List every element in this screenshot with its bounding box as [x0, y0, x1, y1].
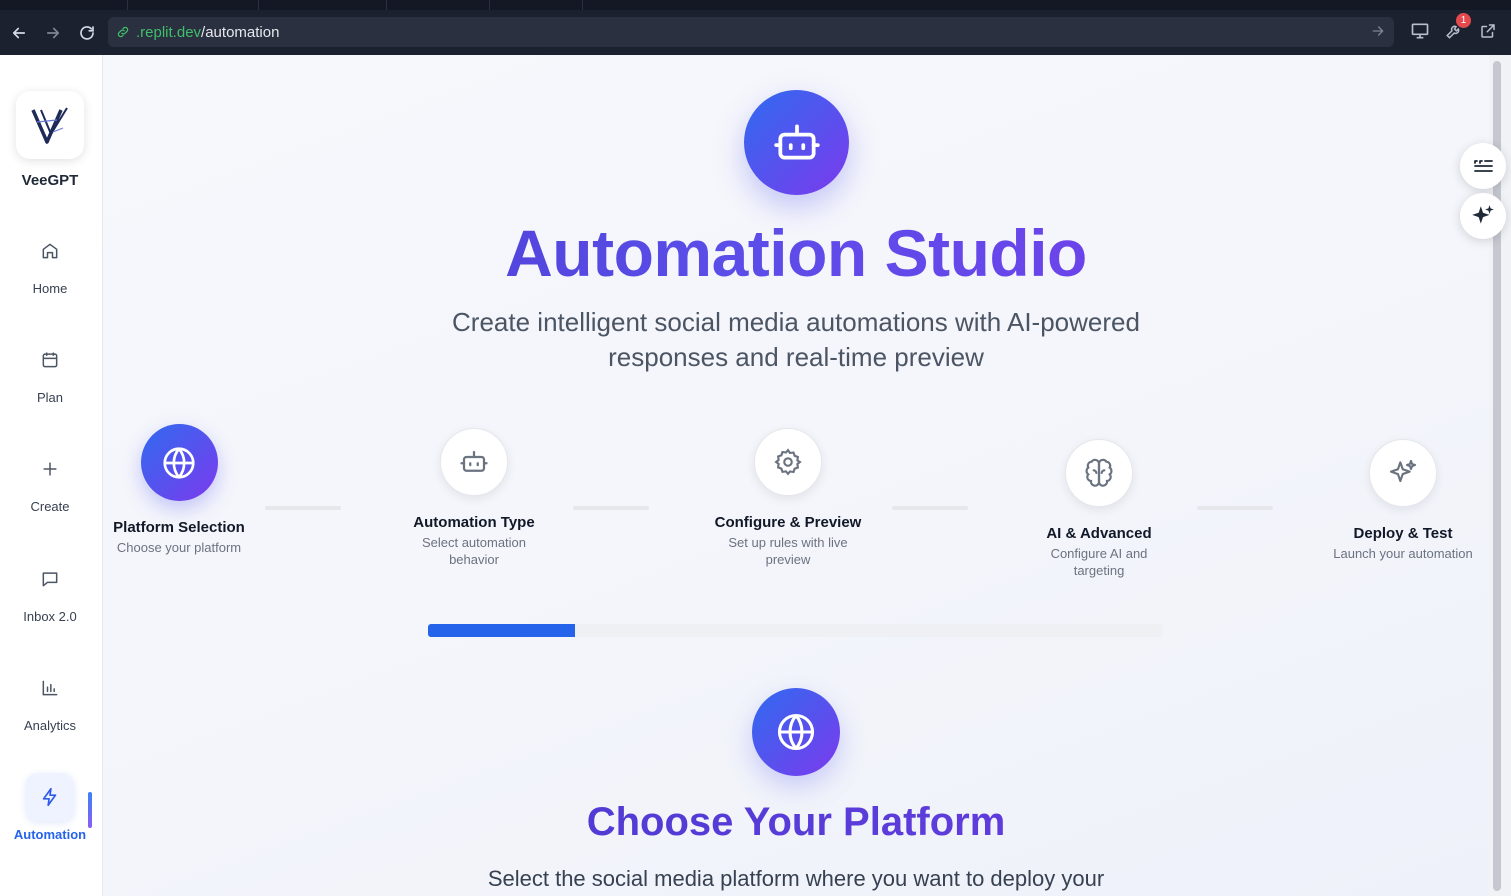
- notification-badge: 1: [1456, 13, 1471, 28]
- step-title: Automation Type: [413, 514, 535, 531]
- step-connector: [1197, 506, 1273, 510]
- browser-tab[interactable]: [259, 0, 387, 10]
- step-title: Platform Selection: [113, 519, 245, 536]
- step-platform-selection[interactable]: Platform Selection Choose your platform: [104, 424, 254, 556]
- sidebar: VeeGPT Home Plan Create Inbox 2.0 Analyt…: [0, 55, 103, 896]
- step-title: Deploy & Test: [1353, 525, 1453, 542]
- step-description: Set up rules with live preview: [728, 535, 848, 567]
- address-bar[interactable]: .replit.dev/automation: [108, 17, 1394, 47]
- step-automation-type[interactable]: Automation Type Select automation behavi…: [399, 428, 549, 568]
- lightning-icon: [26, 773, 74, 821]
- open-external-icon[interactable]: [1477, 20, 1499, 42]
- step-title: Configure & Preview: [714, 514, 862, 531]
- brand-name: VeeGPT: [21, 172, 79, 189]
- progress-fill: [428, 624, 575, 637]
- sidebar-item-label: Analytics: [23, 718, 77, 733]
- browser-tab[interactable]: [128, 0, 259, 10]
- step-configure-preview[interactable]: Configure & Preview Set up rules with li…: [713, 428, 863, 568]
- step-connector: [573, 506, 649, 510]
- step-description: Launch your automation: [1333, 546, 1473, 561]
- page-subtitle: Create intelligent social media automati…: [452, 307, 1140, 372]
- active-indicator: [88, 792, 92, 828]
- globe-icon: [140, 424, 218, 501]
- quote-list-icon[interactable]: [1460, 143, 1506, 189]
- browser-toolbar: .replit.dev/automation 1: [0, 10, 1511, 55]
- sidebar-item-analytics[interactable]: Analytics: [0, 664, 100, 744]
- back-button[interactable]: [4, 18, 34, 48]
- sidebar-item-label: Automation: [13, 827, 87, 842]
- step-description: Configure AI and targeting: [1050, 546, 1148, 578]
- sidebar-item-home[interactable]: Home: [0, 227, 100, 307]
- step-title: AI & Advanced: [1046, 525, 1152, 542]
- sidebar-item-label: Plan: [36, 390, 64, 405]
- ai-sparkle-icon[interactable]: [1460, 193, 1506, 239]
- monitor-icon[interactable]: [1409, 20, 1431, 42]
- globe-icon: [752, 688, 840, 776]
- sidebar-item-label: Create: [30, 499, 70, 514]
- go-arrow-icon[interactable]: [1370, 23, 1386, 43]
- sidebar-item-inbox[interactable]: Inbox 2.0: [0, 555, 100, 635]
- devtools-wrench-icon[interactable]: 1: [1443, 13, 1471, 42]
- message-icon: [26, 555, 74, 603]
- url-host: .replit.dev: [136, 23, 202, 41]
- sidebar-item-label: Inbox 2.0: [23, 609, 77, 624]
- section-subtitle: Select the social media platform where y…: [487, 866, 1105, 891]
- sidebar-item-plan[interactable]: Plan: [0, 336, 100, 416]
- forward-button[interactable]: [38, 18, 68, 48]
- brain-icon: [1065, 439, 1133, 507]
- plus-icon: [26, 445, 74, 493]
- progress-bar: [428, 624, 1163, 637]
- calendar-icon: [26, 336, 74, 384]
- section-title: Choose Your Platform: [103, 800, 1489, 845]
- gear-icon: [754, 428, 822, 496]
- home-icon: [26, 227, 74, 275]
- page-title: Automation Studio: [103, 215, 1489, 291]
- link-icon: [116, 25, 130, 39]
- step-connector: [265, 506, 341, 510]
- browser-tab[interactable]: [490, 0, 583, 10]
- sidebar-item-label: Home: [32, 281, 68, 296]
- bar-chart-icon: [26, 664, 74, 712]
- bot-icon: [744, 90, 849, 195]
- url-path: /automation: [201, 23, 280, 41]
- step-description: Choose your platform: [116, 540, 242, 555]
- browser-tab[interactable]: [0, 0, 128, 10]
- step-ai-advanced[interactable]: AI & Advanced Configure AI and targeting: [1024, 439, 1174, 579]
- main-content: Automation Studio Create intelligent soc…: [103, 55, 1489, 896]
- sparkle-icon: [1369, 439, 1437, 507]
- sidebar-item-automation[interactable]: Automation: [0, 773, 100, 853]
- bot-icon: [440, 428, 508, 496]
- reload-button[interactable]: [72, 18, 102, 48]
- step-description: Select automation behavior: [421, 535, 527, 567]
- sidebar-item-create[interactable]: Create: [0, 445, 100, 525]
- step-connector: [892, 506, 968, 510]
- browser-tab[interactable]: [387, 0, 490, 10]
- veegpt-logo[interactable]: [16, 91, 84, 159]
- step-deploy-test[interactable]: Deploy & Test Launch your automation: [1328, 439, 1478, 562]
- browser-tab-strip: [0, 0, 1511, 10]
